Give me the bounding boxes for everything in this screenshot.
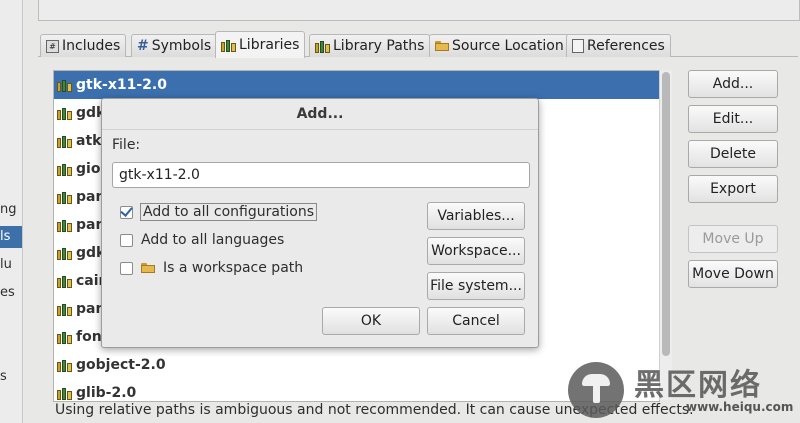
- tab-label: Includes: [62, 38, 121, 54]
- add-button[interactable]: Add...: [688, 70, 778, 98]
- checkbox-icon[interactable]: [120, 261, 133, 275]
- tab-symbols[interactable]: # Symbols: [131, 34, 218, 57]
- hash-icon: #: [137, 38, 149, 54]
- sidebar-fragment[interactable]: ng: [0, 199, 22, 221]
- tab-label: References: [587, 38, 665, 54]
- library-icon: [57, 191, 72, 204]
- library-icon: [57, 275, 72, 288]
- list-item-selected[interactable]: gtk-x11-2.0: [54, 71, 659, 99]
- tab-label: Library Paths: [333, 38, 425, 54]
- add-dialog: Add... File: gtk-x11-2.0 Add to all conf…: [101, 98, 539, 348]
- cancel-button[interactable]: Cancel: [427, 307, 525, 335]
- variables-button[interactable]: Variables...: [427, 202, 525, 230]
- list-item-label: gobject-2.0: [76, 357, 166, 373]
- edit-button[interactable]: Edit...: [688, 105, 778, 133]
- is-workspace-path-checkbox[interactable]: Is a workspace path: [120, 260, 303, 276]
- scrollbar-thumb[interactable]: [662, 72, 670, 356]
- folder-icon: [141, 263, 155, 273]
- tab-label: Libraries: [239, 37, 300, 53]
- watermark-url: www.heiqu.com: [686, 400, 794, 414]
- references-icon: [572, 39, 584, 53]
- tab-libraries[interactable]: Libraries: [215, 31, 306, 58]
- library-icon: [57, 135, 72, 148]
- file-input[interactable]: gtk-x11-2.0: [112, 162, 530, 188]
- file-system-button[interactable]: File system...: [427, 272, 525, 300]
- library-icon: [57, 387, 72, 400]
- tab-includes[interactable]: # Includes: [40, 34, 127, 57]
- checkbox-icon[interactable]: [120, 233, 133, 247]
- export-button[interactable]: Export: [688, 175, 778, 203]
- sidebar-fragment-selected[interactable]: ls: [0, 226, 22, 248]
- mushroom-stem: [593, 385, 600, 403]
- checkbox-checked-icon[interactable]: [120, 205, 133, 219]
- includes-icon: #: [46, 39, 59, 53]
- list-scrollbar[interactable]: [659, 70, 672, 400]
- left-sidebar: ng ls lu es s: [0, 0, 23, 423]
- checkbox-label: Is a workspace path: [163, 260, 304, 276]
- file-label: File:: [112, 137, 141, 153]
- tab-label: Source Location: [452, 38, 564, 54]
- library-icon: [57, 219, 72, 232]
- checkbox-label: Add to all configurations: [139, 203, 318, 221]
- watermark: 黑区网络 www.heiqu.com: [568, 358, 800, 423]
- library-icon: [57, 359, 72, 372]
- library-icon: [57, 163, 72, 176]
- source-folder-icon: [435, 41, 449, 51]
- add-to-all-languages-checkbox[interactable]: Add to all languages: [120, 232, 284, 248]
- dialog-title: Add...: [102, 99, 538, 130]
- library-icon: [57, 107, 72, 120]
- library-icon: [57, 247, 72, 260]
- library-icon: [57, 79, 72, 92]
- library-icon: [221, 39, 236, 52]
- watermark-text: 黑区网络: [634, 368, 762, 403]
- delete-button[interactable]: Delete: [688, 140, 778, 168]
- list-item-label: glib-2.0: [76, 385, 137, 401]
- ok-button[interactable]: OK: [322, 307, 420, 335]
- sidebar-fragment[interactable]: lu: [0, 254, 22, 276]
- move-up-button[interactable]: Move Up: [688, 225, 778, 253]
- tab-library-paths[interactable]: Library Paths: [309, 34, 431, 57]
- list-item-label: gtk-x11-2.0: [76, 77, 167, 93]
- workspace-button[interactable]: Workspace...: [427, 237, 525, 265]
- top-panel: [38, 0, 800, 21]
- add-to-all-configurations-checkbox[interactable]: Add to all configurations: [120, 203, 318, 221]
- list-item-label: fon: [76, 329, 102, 345]
- tab-references[interactable]: References: [566, 34, 671, 57]
- checkbox-label: Add to all languages: [141, 232, 285, 248]
- library-icon: [57, 331, 72, 344]
- library-icon: [57, 303, 72, 316]
- sidebar-fragment[interactable]: es: [0, 282, 22, 304]
- library-paths-icon: [315, 40, 330, 53]
- tab-label: Symbols: [151, 38, 212, 54]
- sidebar-fragment[interactable]: s: [0, 366, 22, 388]
- move-down-button[interactable]: Move Down: [688, 260, 778, 288]
- tab-source-location[interactable]: Source Location: [429, 34, 570, 57]
